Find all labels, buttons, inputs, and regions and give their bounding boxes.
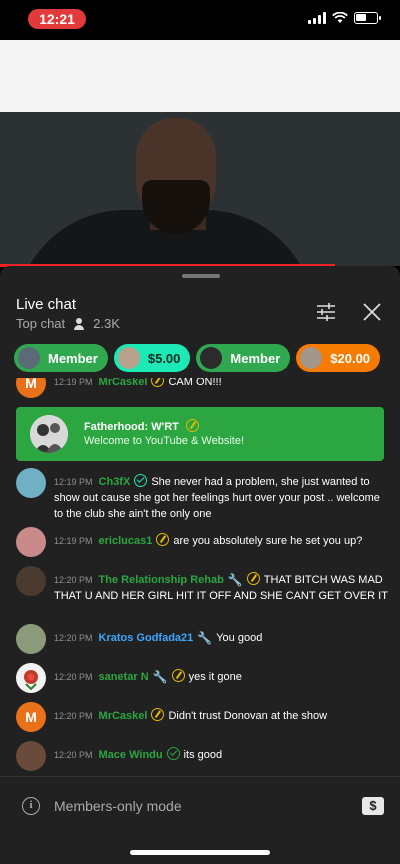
status-icons: [308, 12, 381, 24]
ticker-avatar: [117, 347, 140, 369]
moderator-wrench-icon: 🔧: [197, 631, 213, 645]
avatar[interactable]: [16, 468, 46, 498]
moderator-wrench-icon: 🔧: [152, 670, 168, 684]
chat-message[interactable]: 12:20 PM The Relationship Rehab 🔧 THAT BITC…: [16, 566, 388, 604]
member-badge-icon: [166, 747, 180, 760]
status-time: 12:21: [28, 9, 86, 29]
ticker-avatar: [200, 347, 223, 369]
members-only-mode-text: Members-only mode: [54, 798, 182, 814]
member-badge-icon: [185, 419, 199, 432]
ticker-pill-member[interactable]: Member: [14, 344, 108, 372]
filter-sliders-icon[interactable]: [314, 300, 338, 324]
avatar[interactable]: [16, 566, 46, 596]
message-author[interactable]: sanetar N: [99, 671, 149, 683]
message-text: yes it gone: [188, 671, 242, 683]
member-welcome-text: Welcome to YouTube & Website!: [84, 435, 244, 447]
chat-message-list[interactable]: M 12:19 PM MrCaskel CAM ON!!! Fatherhood: …: [0, 378, 400, 776]
chat-message[interactable]: 12:19 PM Ch3fX She never had a problem, sh…: [16, 468, 388, 522]
cellular-signal-icon: [308, 12, 326, 24]
ticker-label: $20.00: [330, 350, 371, 366]
avatar: [30, 415, 68, 453]
moderator-wrench-icon: 🔧: [227, 573, 243, 587]
message-timestamp: 12:19 PM: [54, 477, 93, 487]
message-timestamp: 12:20 PM: [54, 633, 93, 643]
video-player[interactable]: [0, 40, 400, 266]
chat-message[interactable]: 12:20 PM sanetar N 🔧 yes it gone: [16, 663, 388, 693]
member-name: Fatherhood: W'RT: [84, 419, 203, 433]
message-text: its good: [183, 749, 223, 761]
message-text: Didn't trust Donovan at the show: [168, 710, 328, 722]
message-timestamp: 12:20 PM: [54, 750, 93, 760]
member-badge-icon: [151, 708, 165, 721]
message-timestamp: 12:20 PM: [54, 672, 93, 682]
member-name-text: Fatherhood: W'RT: [84, 421, 179, 433]
member-badge-icon: [156, 533, 170, 546]
battery-icon: [354, 12, 381, 24]
message-text: are you absolutely sure he set you up?: [173, 535, 363, 547]
message-author[interactable]: MrCaskel: [99, 710, 148, 722]
ticker-pill-member[interactable]: Member: [196, 344, 291, 372]
new-member-card[interactable]: Fatherhood: W'RT Welcome to YouTube & We…: [16, 407, 384, 461]
chat-title: Live chat: [16, 296, 77, 313]
super-chat-dollar-icon[interactable]: $: [362, 797, 384, 815]
wifi-icon: [332, 12, 348, 23]
chat-message[interactable]: 12:20 PM Mace Windu its good: [16, 741, 388, 771]
chat-mode-selector[interactable]: Top chat 2.3K: [16, 316, 120, 331]
close-icon[interactable]: [360, 300, 384, 324]
avatar[interactable]: [16, 663, 46, 693]
status-bar: 12:21: [0, 0, 400, 40]
avatar[interactable]: M: [16, 702, 46, 732]
message-author[interactable]: Mace Windu: [99, 749, 163, 761]
home-indicator[interactable]: [130, 850, 270, 855]
avatar[interactable]: M: [16, 378, 46, 398]
ticker-label: $5.00: [147, 350, 181, 366]
member-badge-icon: [134, 474, 148, 487]
live-chat-panel: Live chat Top chat 2.3K Member $5.00 Mem…: [0, 266, 400, 864]
rose-emblem-icon: [24, 670, 38, 691]
member-badge-icon: [171, 669, 185, 682]
message-author[interactable]: MrCaskel: [99, 378, 148, 388]
message-timestamp: 12:19 PM: [54, 378, 93, 387]
super-chat-ticker: Member $5.00 Member $20.00: [14, 344, 381, 372]
chat-message[interactable]: 12:19 PM ericlucas1 are you absolutely sur…: [16, 527, 388, 557]
message-timestamp: 12:20 PM: [54, 575, 93, 585]
ticker-label: Member: [48, 350, 98, 366]
chat-mode-label: Top chat: [16, 316, 66, 331]
ticker-pill-superchat[interactable]: $20.00: [296, 344, 381, 372]
message-text: CAM ON!!!: [168, 378, 222, 388]
message-author[interactable]: Ch3fX: [99, 476, 131, 488]
chat-message[interactable]: M 12:20 PM MrCaskel Didn't trust Donovan a…: [16, 702, 388, 732]
ticker-avatar: [300, 347, 323, 369]
message-author[interactable]: The Relationship Rehab: [99, 574, 224, 586]
message-author[interactable]: Kratos Godfada21: [99, 632, 194, 644]
chat-message[interactable]: M 12:19 PM MrCaskel CAM ON!!!: [16, 378, 388, 398]
member-badge-icon: [151, 378, 165, 387]
member-badge-icon: [246, 572, 260, 585]
message-timestamp: 12:19 PM: [54, 536, 93, 546]
avatar[interactable]: [16, 741, 46, 771]
chat-message[interactable]: 12:20 PM Kratos Godfada21 🔧 You good: [16, 624, 388, 654]
viewer-count: 2.3K: [93, 316, 120, 331]
ticker-pill-superchat[interactable]: $5.00: [113, 344, 191, 372]
info-icon[interactable]: i: [22, 797, 40, 815]
ticker-avatar: [18, 347, 40, 369]
message-author[interactable]: ericlucas1: [99, 535, 153, 547]
message-timestamp: 12:20 PM: [54, 711, 93, 721]
ticker-label: Member: [230, 350, 281, 366]
viewers-icon: [73, 317, 85, 330]
drag-handle[interactable]: [182, 274, 220, 278]
message-text: You good: [216, 632, 263, 644]
member-avatar-icon: [30, 415, 68, 453]
avatar[interactable]: [16, 624, 46, 654]
avatar[interactable]: [16, 527, 46, 557]
